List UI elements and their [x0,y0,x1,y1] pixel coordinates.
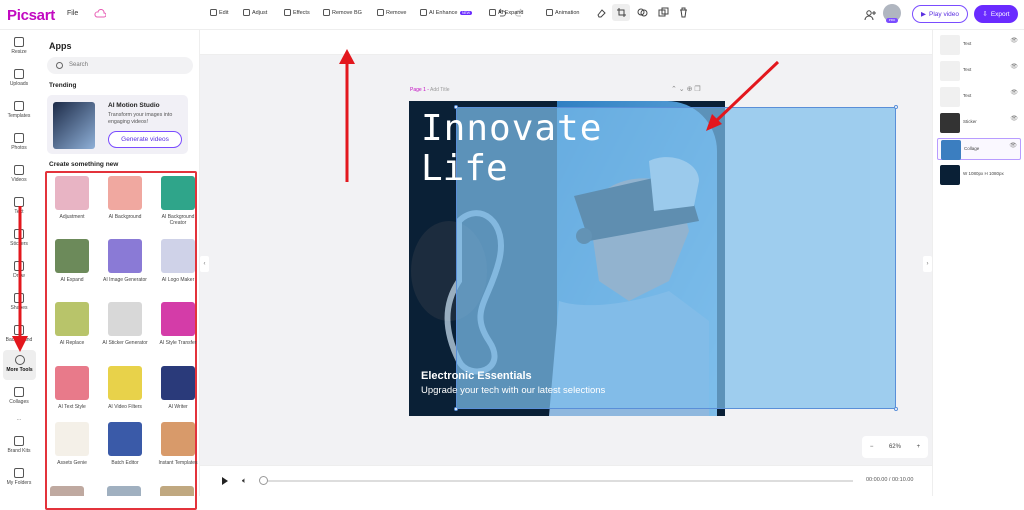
red-arrow-icon [12,49,780,352]
annotation-arrows [12,49,780,352]
